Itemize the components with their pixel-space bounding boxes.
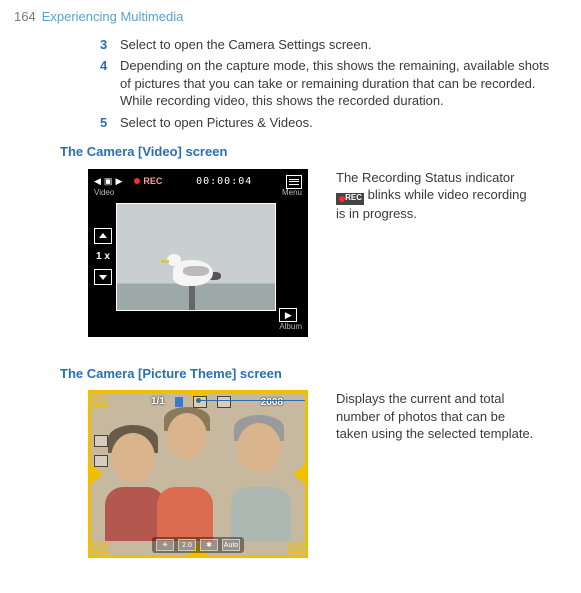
camera-mode-icon [93,395,107,407]
flash-icon [94,435,108,447]
album-icon [289,541,303,553]
viewfinder-image [116,203,276,311]
annotation-text-b: blinks while video recording is in progr… [336,187,527,221]
step-text: Select to open Pictures & Videos. [120,114,313,132]
album-label: Album [279,322,302,333]
photo-count: 1/1 [151,395,165,409]
callout-line [198,400,308,401]
rec-label: REC [143,175,162,187]
step-number: 5 [100,114,120,132]
wb-value: Auto [222,539,240,551]
step-number: 4 [100,57,120,110]
left-arrow-icon: ◀ [94,175,101,187]
ev-icon: ☀ [156,539,174,551]
list-item: 5 Select to open Pictures & Videos. [100,114,557,132]
menu-icon [286,175,302,189]
wb-icon: ✱ [200,539,218,551]
album-icon: ▶ [279,308,297,322]
storage-card-icon [175,397,183,407]
section-heading-video: The Camera [Video] screen [60,143,567,161]
menu-label: Menu [282,188,302,199]
list-item: 3 Select to open the Camera Settings scr… [100,36,557,54]
camera-theme-screen: 1/1 2008 ☀ 2.0 ✱ Auto [88,390,308,558]
theme-annotation: Displays the current and total number of… [336,390,536,443]
video-annotation: The Recording Status indicator REC blink… [336,169,536,223]
instruction-list: 3 Select to open the Camera Settings scr… [100,36,557,132]
mode-label: Video [94,188,114,199]
search-icon [93,541,107,553]
zoom-in-icon [94,228,112,244]
ev-value: 2.0 [178,539,196,551]
zoom-out-icon [94,455,108,467]
zoom-level: 1 x [96,250,110,264]
annotation-text-a: The Recording Status indicator [336,170,514,185]
rec-dot-icon [134,178,140,184]
step-text: Depending on the capture mode, this show… [120,57,557,110]
viewfinder-image [105,407,291,541]
triangle-right-icon [293,464,305,484]
page-number: 164 [14,8,36,26]
year-overlay: 2008 [261,396,283,410]
step-number: 3 [100,36,120,54]
zoom-out-icon [94,269,112,285]
camcorder-icon: ▣ [104,175,113,187]
rec-indicator-icon: REC [336,193,364,205]
list-item: 4 Depending on the capture mode, this sh… [100,57,557,110]
right-arrow-icon: ▶ [115,175,122,187]
recording-time: 00:00:04 [196,175,252,189]
section-heading-theme: The Camera [Picture Theme] screen [60,365,567,383]
step-text: Select to open the Camera Settings scree… [120,36,371,54]
bottom-toolbar: ☀ 2.0 ✱ Auto [152,537,244,553]
chapter-title: Experiencing Multimedia [42,8,184,26]
camera-video-screen: ◀ ▣ ▶ REC 00:00:04 Video Menu 1 x [88,169,308,337]
triangle-left-icon [91,464,103,484]
storage-icon [217,396,231,408]
